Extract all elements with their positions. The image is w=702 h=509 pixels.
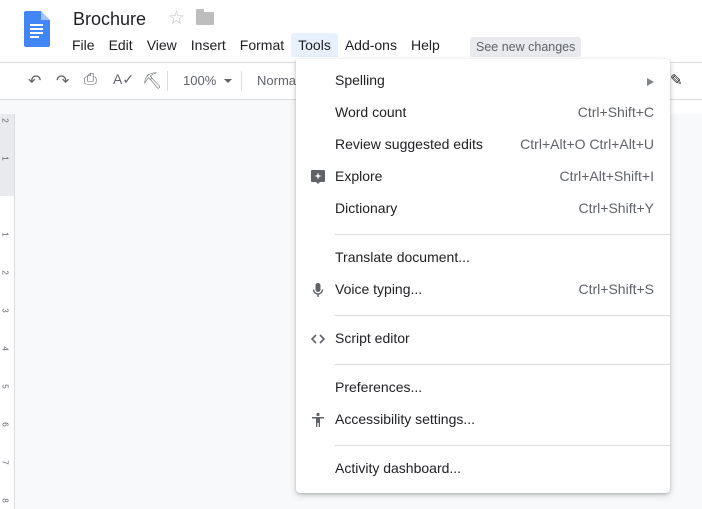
menu-item-script-editor[interactable]: Script editor [296, 323, 670, 355]
menu-item-dictionary[interactable]: Dictionary Ctrl+Shift+Y [296, 193, 670, 225]
ruler-margin [0, 114, 14, 196]
menu-help[interactable]: Help [404, 33, 447, 57]
paint-format-icon[interactable]: ⛏ [142, 71, 162, 91]
zoom-select[interactable]: 100% [183, 73, 216, 88]
menu-bar: File Edit View Insert Format Tools Add-o… [65, 33, 447, 57]
tools-menu: Spelling Word count Ctrl+Shift+C Review … [296, 59, 670, 493]
toolbar-divider [167, 71, 168, 91]
menu-item-spelling[interactable]: Spelling [296, 65, 670, 97]
menu-view[interactable]: View [140, 33, 184, 57]
horizontal-ruler[interactable] [670, 100, 702, 115]
docs-logo-icon[interactable] [24, 11, 50, 47]
menu-item-shortcut: Ctrl+Shift+C [577, 104, 654, 120]
ruler-label: 1 [0, 232, 10, 237]
ruler-label: 2 [0, 270, 10, 275]
microphone-icon [312, 283, 324, 297]
ruler-label: 6 [0, 422, 10, 427]
submenu-arrow-icon [647, 78, 654, 86]
menu-item-label: Voice typing... [335, 281, 423, 297]
menu-item-activity-dashboard[interactable]: Activity dashboard... [296, 453, 670, 485]
ruler-label: 8 [0, 498, 10, 503]
ruler-label: 1 [0, 156, 10, 161]
menu-item-voice-typing[interactable]: Voice typing... Ctrl+Shift+S [296, 274, 670, 306]
menu-item-accessibility-settings[interactable]: Accessibility settings... [296, 404, 670, 436]
toolbar-divider [241, 71, 242, 91]
menu-tools[interactable]: Tools [291, 33, 338, 57]
accessibility-icon [312, 412, 324, 427]
menu-edit[interactable]: Edit [102, 33, 140, 57]
menu-item-shortcut: Ctrl+Shift+Y [578, 200, 654, 216]
ruler-label: 3 [0, 308, 10, 313]
menu-item-word-count[interactable]: Word count Ctrl+Shift+C [296, 97, 670, 129]
menu-item-preferences[interactable]: Preferences... [296, 372, 670, 404]
menu-divider [335, 364, 670, 365]
menu-item-label: Word count [335, 104, 407, 120]
menu-insert[interactable]: Insert [184, 33, 233, 57]
editing-mode-icon[interactable]: ✎ [670, 71, 683, 89]
menu-file[interactable]: File [65, 33, 102, 57]
redo-icon[interactable]: ↷ [56, 71, 69, 91]
folder-icon[interactable] [196, 9, 214, 25]
style-select[interactable]: Normal [257, 73, 299, 88]
menu-item-label: Explore [335, 168, 383, 184]
explore-icon [311, 170, 325, 184]
undo-icon[interactable]: ↶ [28, 71, 41, 91]
menu-item-shortcut: Ctrl+Alt+Shift+I [559, 168, 654, 184]
print-icon[interactable]: ⎙ [84, 71, 97, 89]
spellcheck-icon[interactable]: A✓ [113, 71, 134, 88]
star-icon[interactable]: ☆ [168, 7, 185, 30]
document-title[interactable]: Brochure [73, 9, 146, 30]
vertical-ruler[interactable]: 2 1 1 2 3 4 5 6 7 8 [0, 114, 15, 509]
menu-item-label: Preferences... [335, 379, 423, 395]
menu-format[interactable]: Format [233, 33, 291, 57]
menu-item-shortcut: Ctrl+Shift+S [578, 281, 654, 297]
ruler-label: 4 [0, 346, 10, 351]
title-bar: Brochure ☆ File Edit View Insert Format … [0, 0, 702, 63]
ruler-label: 7 [0, 460, 10, 465]
menu-item-translate-document[interactable]: Translate document... [296, 242, 670, 274]
code-icon [310, 334, 326, 344]
menu-item-label: Translate document... [335, 249, 470, 265]
menu-item-label: Script editor [335, 330, 410, 346]
menu-item-label: Dictionary [335, 200, 398, 216]
menu-divider [335, 315, 670, 316]
menu-item-label: Spelling [335, 72, 385, 88]
menu-divider [335, 445, 670, 446]
menu-item-shortcut: Ctrl+Alt+O Ctrl+Alt+U [520, 136, 654, 152]
menu-item-label: Accessibility settings... [335, 411, 476, 427]
menu-item-label: Activity dashboard... [335, 460, 462, 476]
ruler-label: 5 [0, 384, 10, 389]
menu-item-explore[interactable]: Explore Ctrl+Alt+Shift+I [296, 161, 670, 193]
menu-addons[interactable]: Add-ons [338, 33, 404, 57]
menu-item-review-suggested-edits[interactable]: Review suggested edits Ctrl+Alt+O Ctrl+A… [296, 129, 670, 161]
ruler-label: 2 [0, 118, 10, 123]
menu-divider [335, 234, 670, 235]
see-new-changes-button[interactable]: See new changes [470, 37, 582, 57]
menu-item-label: Review suggested edits [335, 136, 483, 152]
zoom-caret-icon[interactable] [224, 79, 232, 83]
